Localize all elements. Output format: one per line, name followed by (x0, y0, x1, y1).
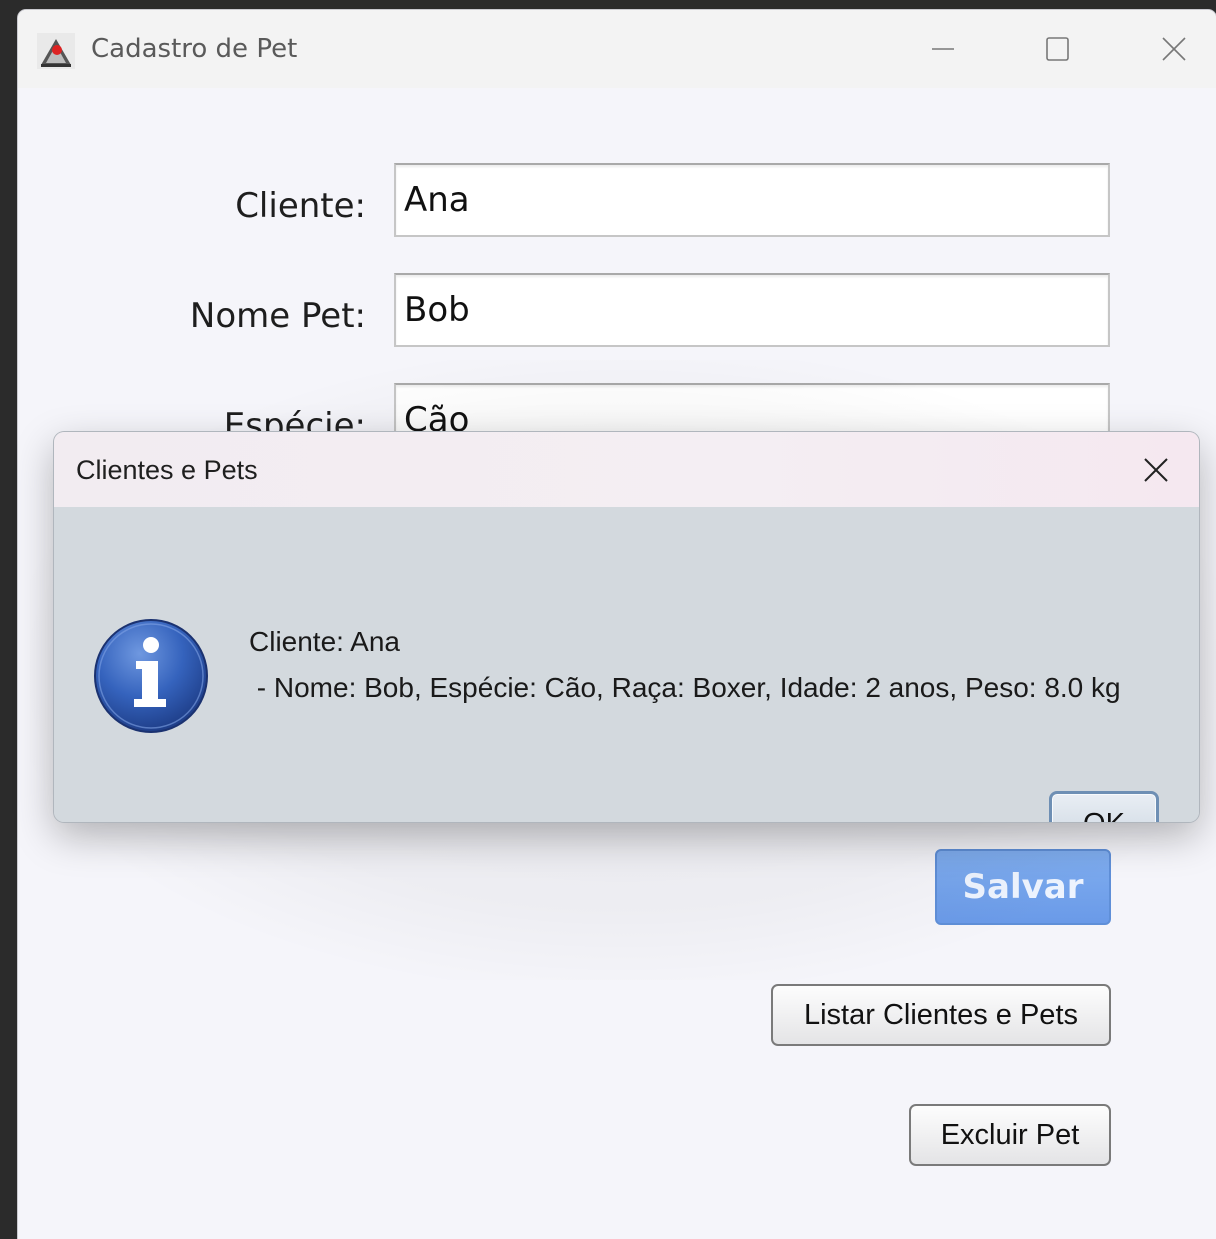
maximize-icon (1046, 37, 1069, 61)
excluir-pet-button[interactable]: Excluir Pet (909, 1104, 1111, 1166)
listar-clientes-pets-button[interactable]: Listar Clientes e Pets (771, 984, 1111, 1046)
close-icon (1162, 37, 1186, 61)
nome-pet-label: Nome Pet: (189, 296, 366, 336)
dialog-close-button[interactable] (1127, 444, 1185, 496)
java-duke-icon (37, 33, 75, 69)
dialog-body: Cliente: Ana - Nome: Bob, Espécie: Cão, … (54, 507, 1199, 822)
cliente-label: Cliente: (235, 186, 366, 226)
dialog-titlebar[interactable]: Clientes e Pets (54, 432, 1199, 507)
maximize-button[interactable] (1029, 24, 1085, 74)
info-icon (94, 619, 208, 733)
salvar-button[interactable]: Salvar (935, 849, 1111, 925)
cliente-input[interactable] (394, 163, 1110, 237)
message-dialog: Clientes e Pets Cliente: Ana - Nome: Bob (54, 432, 1199, 822)
ok-button[interactable]: OK (1049, 791, 1159, 822)
minimize-button[interactable] (915, 24, 971, 74)
window-title: Cadastro de Pet (91, 34, 298, 64)
window-titlebar[interactable]: Cadastro de Pet (18, 10, 1216, 88)
close-button[interactable] (1146, 24, 1202, 74)
dialog-message-pet: - Nome: Bob, Espécie: Cão, Raça: Boxer, … (249, 672, 1121, 703)
nome-pet-input[interactable] (394, 273, 1110, 347)
close-icon (1144, 458, 1168, 482)
dialog-message-client: Cliente: Ana (249, 626, 400, 657)
dialog-title: Clientes e Pets (76, 455, 258, 485)
minimize-icon (932, 48, 954, 50)
